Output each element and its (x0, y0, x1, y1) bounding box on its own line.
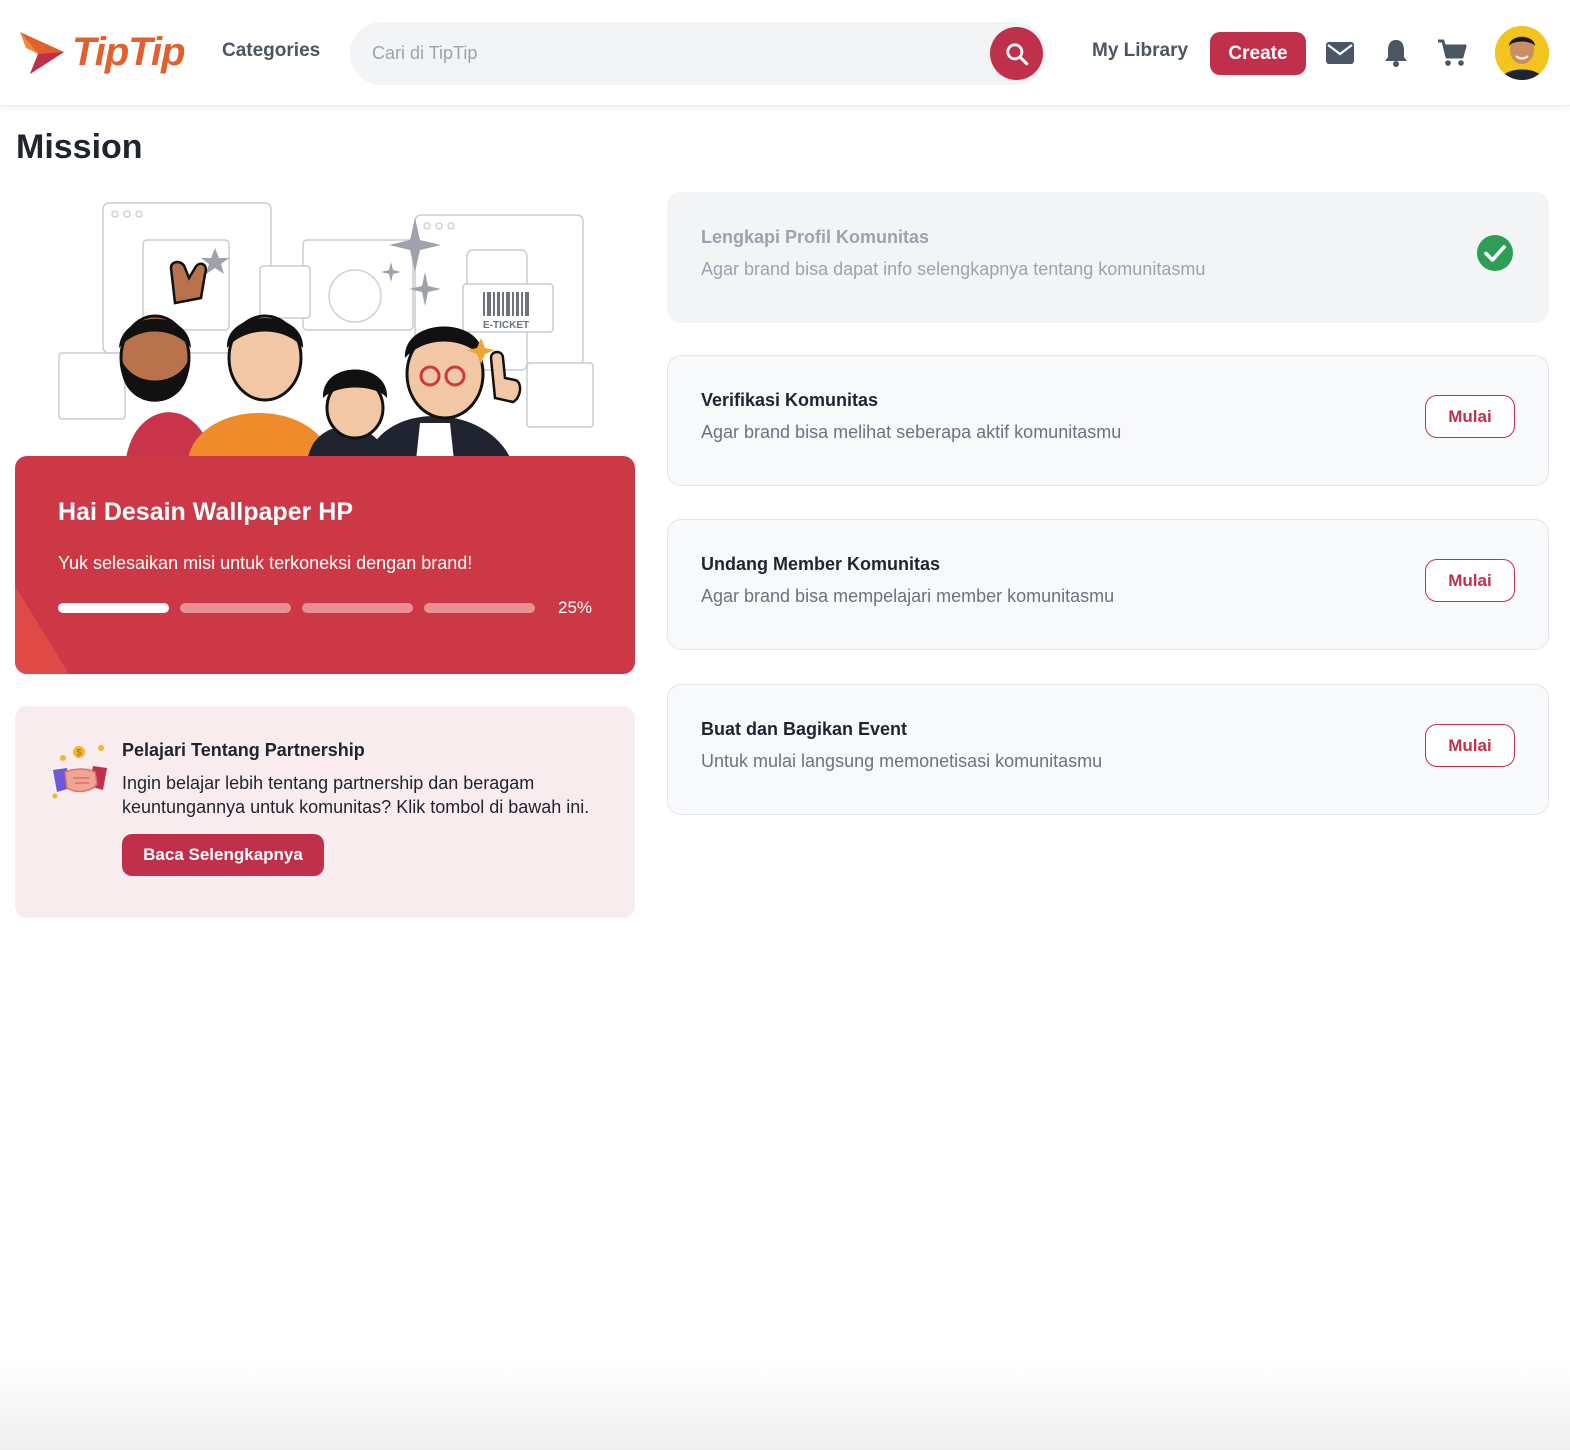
read-more-button[interactable]: Baca Selengkapnya (122, 834, 324, 876)
progress-segment-complete (58, 603, 169, 613)
check-circle-icon (1477, 235, 1513, 271)
logo-icon (20, 32, 64, 74)
search-icon (1005, 42, 1028, 65)
handshake-icon: $ (52, 745, 107, 799)
mission-description: Agar brand bisa mempelajari member komun… (701, 586, 1115, 606)
mission-title: Undang Member Komunitas (701, 554, 941, 574)
search-input[interactable] (372, 36, 972, 70)
logo-text: TipTip (72, 30, 186, 74)
mission-description: Untuk mulai langsung memonetisasi komuni… (701, 751, 1103, 771)
progress-segment-incomplete (302, 603, 413, 613)
avatar-image (1495, 26, 1549, 80)
mission-card-verify-community: Verifikasi Komunitas Agar brand bisa mel… (667, 355, 1549, 486)
mission-card-complete-profile: Lengkapi Profil Komunitas Agar brand bis… (667, 192, 1549, 323)
welcome-progress-card: Hai Desain Wallpaper HP Yuk selesaikan m… (15, 456, 635, 674)
cart-button[interactable] (1436, 37, 1468, 69)
progress-segment-incomplete (180, 603, 291, 613)
partnership-title: Pelajari Tentang Partnership (122, 740, 365, 760)
my-library-link[interactable]: My Library (1092, 40, 1188, 62)
search-button[interactable] (990, 27, 1043, 80)
search-bar (350, 22, 1046, 85)
mission-description: Agar brand bisa dapat info selengkapnya … (701, 259, 1206, 279)
mail-icon (1326, 42, 1354, 64)
progress-percentage: 25% (558, 598, 593, 617)
mission-title: Verifikasi Komunitas (701, 390, 879, 410)
cart-icon (1438, 39, 1467, 66)
welcome-title: Hai Desain Wallpaper HP (58, 498, 353, 526)
mission-card-create-event: Buat dan Bagikan Event Untuk mulai langs… (667, 684, 1549, 815)
page-title: Mission (16, 128, 143, 166)
mission-progress-bar (58, 603, 536, 613)
partnership-info-card: $ Pelajari Tentang Partnership Ingin bel… (15, 706, 635, 918)
categories-link[interactable]: Categories (222, 40, 320, 62)
user-avatar[interactable] (1495, 26, 1549, 80)
top-navbar: TipTip Categories My Library Create (0, 0, 1570, 106)
start-mission-button[interactable]: Mulai (1425, 724, 1515, 767)
e-ticket-label: E-TICKET (483, 320, 529, 331)
welcome-subtitle: Yuk selesaikan misi untuk terkoneksi den… (58, 553, 473, 573)
notification-button[interactable] (1382, 37, 1410, 69)
bell-icon (1385, 40, 1407, 67)
community-illustration: E-TICKET (58, 202, 594, 470)
bottom-fade (0, 1360, 1570, 1450)
mail-button[interactable] (1324, 38, 1356, 68)
mission-title: Buat dan Bagikan Event (701, 719, 908, 739)
start-mission-button[interactable]: Mulai (1425, 559, 1515, 602)
decorative-corner (15, 586, 69, 674)
mission-title: Lengkapi Profil Komunitas (701, 227, 930, 247)
start-mission-button[interactable]: Mulai (1425, 395, 1515, 438)
mission-card-invite-members: Undang Member Komunitas Agar brand bisa … (667, 519, 1549, 650)
partnership-description: Ingin belajar lebih tentang partnership … (122, 773, 590, 817)
create-button[interactable]: Create (1210, 32, 1306, 75)
tiptip-logo[interactable]: TipTip (18, 28, 186, 76)
mission-description: Agar brand bisa melihat seberapa aktif k… (701, 422, 1122, 442)
progress-segment-incomplete (424, 603, 535, 613)
svg-text:$: $ (77, 748, 82, 758)
